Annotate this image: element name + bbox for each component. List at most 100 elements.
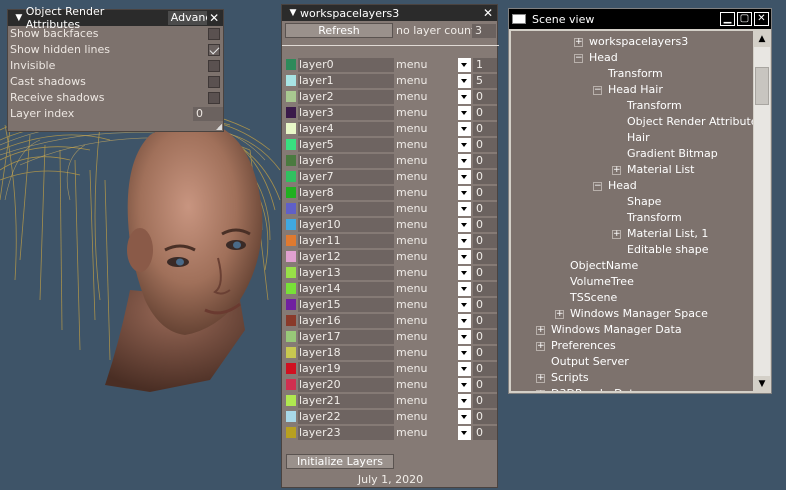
dropdown-arrow-icon[interactable]	[458, 218, 471, 232]
layer-name-field[interactable]: layer2	[298, 90, 394, 104]
layer-name-field[interactable]: layer7	[298, 170, 394, 184]
layer-color-swatch[interactable]	[286, 411, 296, 422]
expand-icon[interactable]: +	[536, 342, 545, 351]
layer-color-swatch[interactable]	[286, 107, 296, 118]
layer-color-swatch[interactable]	[286, 267, 296, 278]
collapse-icon[interactable]: −	[593, 86, 602, 95]
tree-item[interactable]: Output Server	[551, 354, 629, 370]
tree-item[interactable]: ObjectName	[570, 258, 638, 274]
layer-color-swatch[interactable]	[286, 187, 296, 198]
close-icon[interactable]: ✕	[207, 11, 221, 25]
layer-color-swatch[interactable]	[286, 123, 296, 134]
layer-color-swatch[interactable]	[286, 91, 296, 102]
maximize-icon[interactable]: ▢	[737, 12, 752, 26]
layer-value-input[interactable]: 0	[473, 330, 497, 344]
layer-color-swatch[interactable]	[286, 363, 296, 374]
tab-advanced[interactable]: Advanced	[167, 11, 208, 25]
expand-icon[interactable]: +	[536, 326, 545, 335]
tree-item[interactable]: Head	[589, 50, 618, 66]
tree-item[interactable]: Windows Manager Space	[570, 306, 708, 322]
layer-value-input[interactable]: 0	[473, 282, 497, 296]
layer-color-swatch[interactable]	[286, 347, 296, 358]
scroll-down-icon[interactable]: ▼	[754, 376, 770, 392]
layer-value-input[interactable]: 0	[473, 138, 497, 152]
layer-name-field[interactable]: layer17	[298, 330, 394, 344]
layer-color-swatch[interactable]	[286, 59, 296, 70]
tree-item[interactable]: Preferences	[551, 338, 616, 354]
tree-item[interactable]: Head	[608, 178, 637, 194]
layer-name-field[interactable]: layer23	[298, 426, 394, 440]
layer-name-field[interactable]: layer9	[298, 202, 394, 216]
layer-color-swatch[interactable]	[286, 395, 296, 406]
layer-name-field[interactable]: layer21	[298, 394, 394, 408]
tree-item[interactable]: TSScene	[570, 290, 617, 306]
layer-value-input[interactable]: 0	[473, 394, 497, 408]
dropdown-arrow-icon[interactable]	[458, 90, 471, 104]
layer-color-swatch[interactable]	[286, 203, 296, 214]
expand-icon[interactable]: +	[612, 166, 621, 175]
layer-value-input[interactable]: 0	[473, 234, 497, 248]
dropdown-arrow-icon[interactable]	[458, 234, 471, 248]
layer-color-swatch[interactable]	[286, 251, 296, 262]
wsl-titlebar[interactable]: ▼ workspacelayers3 ✕	[282, 5, 497, 21]
layer-name-field[interactable]: layer11	[298, 234, 394, 248]
expand-icon[interactable]: +	[574, 38, 583, 47]
layer-value-input[interactable]: 0	[473, 186, 497, 200]
layer-color-swatch[interactable]	[286, 331, 296, 342]
layer-color-swatch[interactable]	[286, 427, 296, 438]
layer-value-input[interactable]: 1	[473, 58, 497, 72]
expand-icon[interactable]: +	[536, 390, 545, 391]
dropdown-arrow-icon[interactable]	[458, 250, 471, 264]
tree-item[interactable]: Gradient Bitmap	[627, 146, 718, 162]
tree-item[interactable]: D3DRenderDat	[551, 386, 634, 391]
scene-tree[interactable]: + workspacelayers3− Head Transform − Head Hai…	[511, 31, 753, 391]
collapse-icon[interactable]: −	[593, 182, 602, 191]
layer-value-input[interactable]: 0	[473, 122, 497, 136]
layer-value-input[interactable]: 0	[473, 266, 497, 280]
layer-value-input[interactable]: 0	[473, 106, 497, 120]
ora-checkbox[interactable]	[208, 92, 220, 104]
dropdown-arrow-icon[interactable]	[458, 378, 471, 392]
layer-index-input[interactable]: 0	[193, 107, 223, 121]
layer-name-field[interactable]: layer15	[298, 298, 394, 312]
layer-value-input[interactable]: 0	[473, 362, 497, 376]
no-layer-count-input[interactable]: 3	[472, 24, 496, 38]
layer-name-field[interactable]: layer22	[298, 410, 394, 424]
dropdown-arrow-icon[interactable]	[458, 58, 471, 72]
tree-item[interactable]: Head Hair	[608, 82, 663, 98]
dropdown-arrow-icon[interactable]	[458, 74, 471, 88]
scene-scrollbar[interactable]: ▲ ▼	[754, 31, 770, 392]
resize-grip-icon[interactable]	[216, 124, 222, 130]
tree-item[interactable]: Object Render Attributes	[627, 114, 753, 130]
layer-name-field[interactable]: layer10	[298, 218, 394, 232]
layer-value-input[interactable]: 0	[473, 426, 497, 440]
ora-checkbox[interactable]	[208, 44, 220, 56]
layer-color-swatch[interactable]	[286, 315, 296, 326]
scene-titlebar[interactable]: Scene view ▁ ▢ ✕	[509, 9, 771, 29]
close-icon[interactable]: ✕	[754, 12, 769, 26]
ora-checkbox[interactable]	[208, 76, 220, 88]
tree-item[interactable]: Transform	[627, 210, 682, 226]
dropdown-arrow-icon[interactable]	[458, 106, 471, 120]
dropdown-arrow-icon[interactable]	[458, 362, 471, 376]
layer-value-input[interactable]: 0	[473, 298, 497, 312]
layer-name-field[interactable]: layer3	[298, 106, 394, 120]
close-icon[interactable]: ✕	[481, 6, 495, 20]
collapse-arrow-icon[interactable]: ▼	[286, 8, 300, 18]
dropdown-arrow-icon[interactable]	[458, 202, 471, 216]
dropdown-arrow-icon[interactable]	[458, 122, 471, 136]
dropdown-arrow-icon[interactable]	[458, 410, 471, 424]
dropdown-arrow-icon[interactable]	[458, 138, 471, 152]
layer-color-swatch[interactable]	[286, 299, 296, 310]
tree-item[interactable]: Editable shape	[627, 242, 709, 258]
layer-name-field[interactable]: layer4	[298, 122, 394, 136]
layer-value-input[interactable]: 0	[473, 170, 497, 184]
expand-icon[interactable]: +	[555, 310, 564, 319]
layer-name-field[interactable]: layer20	[298, 378, 394, 392]
layer-value-input[interactable]: 0	[473, 154, 497, 168]
dropdown-arrow-icon[interactable]	[458, 330, 471, 344]
layer-name-field[interactable]: layer18	[298, 346, 394, 360]
scroll-thumb[interactable]	[755, 67, 769, 105]
layer-value-input[interactable]: 0	[473, 410, 497, 424]
tree-item[interactable]: Hair	[627, 130, 650, 146]
